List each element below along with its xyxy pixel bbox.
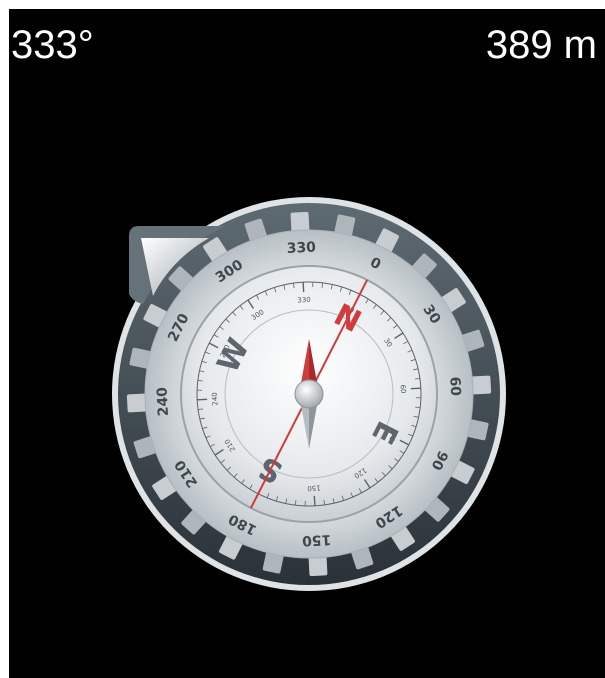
bezel-label: 330 — [286, 239, 316, 257]
face-tick — [302, 282, 305, 293]
face-tick — [410, 387, 421, 390]
face-tick-label: 60 — [399, 384, 407, 393]
bezel-label: 240 — [154, 386, 172, 416]
face-tick — [313, 495, 316, 506]
needle-hub — [294, 379, 324, 409]
compass-screen: 333° 389 m 0 30 60 90 120 150 180 210 24… — [9, 9, 605, 678]
bezel-label: 60 — [446, 376, 463, 397]
heading-readout: 333° — [11, 23, 94, 67]
altitude-readout: 389 m — [485, 23, 597, 67]
face-tick-label: 150 — [307, 484, 321, 493]
bezel-label: 150 — [301, 531, 331, 549]
face-tick — [197, 398, 208, 401]
face-tick-label: 330 — [297, 296, 311, 305]
compass-dial[interactable]: 0306090120150180210240270300330 03060901… — [109, 194, 509, 594]
face-tick-label: 240 — [211, 392, 220, 406]
